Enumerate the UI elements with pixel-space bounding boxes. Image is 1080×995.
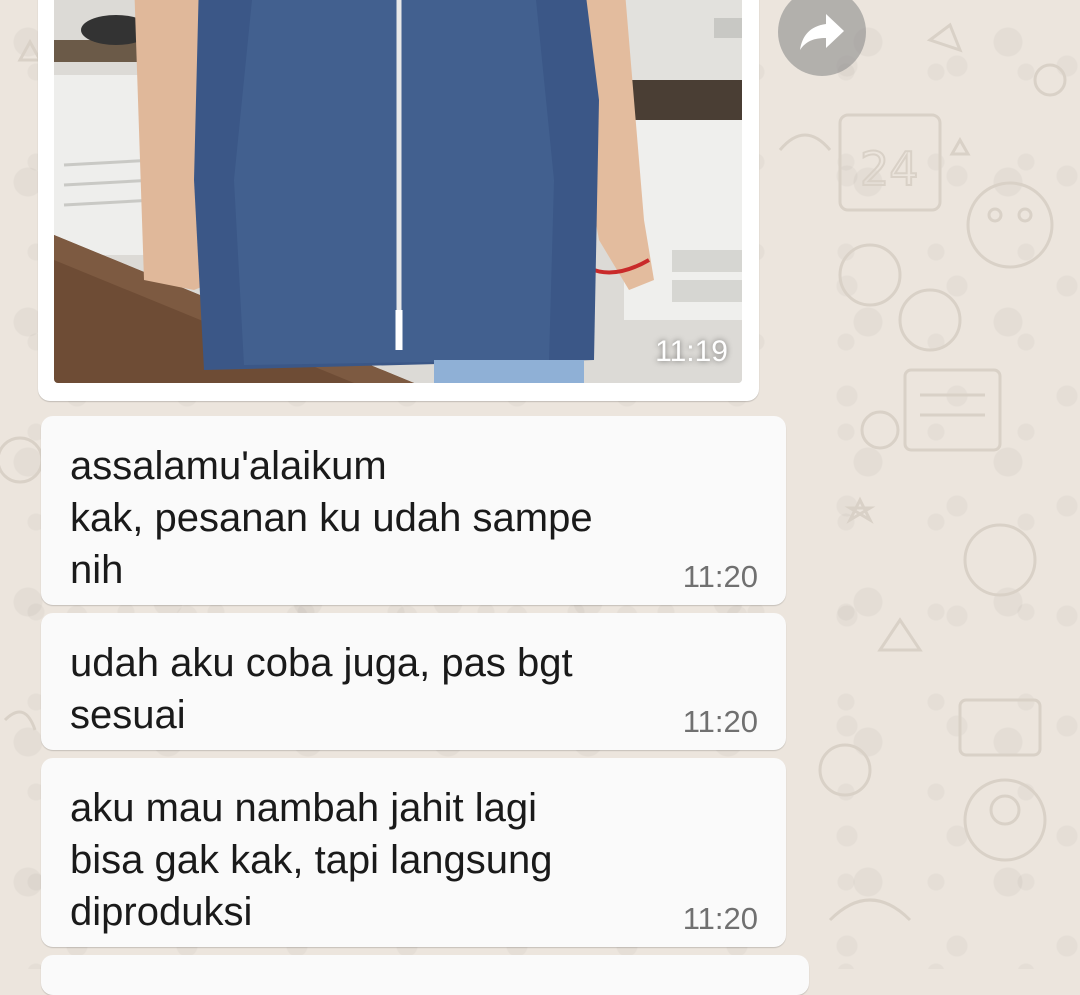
- message-line: diproduksi: [70, 890, 253, 934]
- message-text: udah aku coba juga, pas bgt sesuai: [70, 637, 656, 741]
- message-line: assalamu'alaikum: [70, 444, 387, 488]
- message-photo[interactable]: 11:19: [54, 0, 742, 383]
- message-line: udah aku coba juga, pas bgt: [70, 641, 573, 685]
- message-text: aku mau nambah jahit lagi bisa gak kak, …: [70, 782, 656, 938]
- message-time: 11:20: [682, 704, 758, 739]
- message-bubble[interactable]: assalamu'alaikum kak, pesanan ku udah sa…: [41, 416, 786, 605]
- next-message-bubble[interactable]: [41, 955, 809, 995]
- message-line: nih: [70, 548, 124, 592]
- image-message-time: 11:19: [655, 335, 728, 368]
- message-line: kak, pesanan ku udah sampe: [70, 496, 593, 540]
- message-time: 11:20: [682, 559, 758, 594]
- image-message-bubble[interactable]: 11:19: [38, 0, 759, 401]
- message-time: 11:20: [682, 901, 758, 936]
- message-line: aku mau nambah jahit lagi: [70, 786, 537, 830]
- message-line: sesuai: [70, 693, 186, 737]
- message-text: assalamu'alaikum kak, pesanan ku udah sa…: [70, 440, 656, 596]
- forward-arrow-icon: [800, 14, 844, 50]
- message-bubble[interactable]: aku mau nambah jahit lagi bisa gak kak, …: [41, 758, 786, 947]
- svg-text:24: 24: [860, 142, 919, 196]
- photo-illustration: [54, 0, 742, 383]
- message-bubble[interactable]: udah aku coba juga, pas bgt sesuai 11:20: [41, 613, 786, 750]
- message-line: bisa gak kak, tapi langsung: [70, 838, 553, 882]
